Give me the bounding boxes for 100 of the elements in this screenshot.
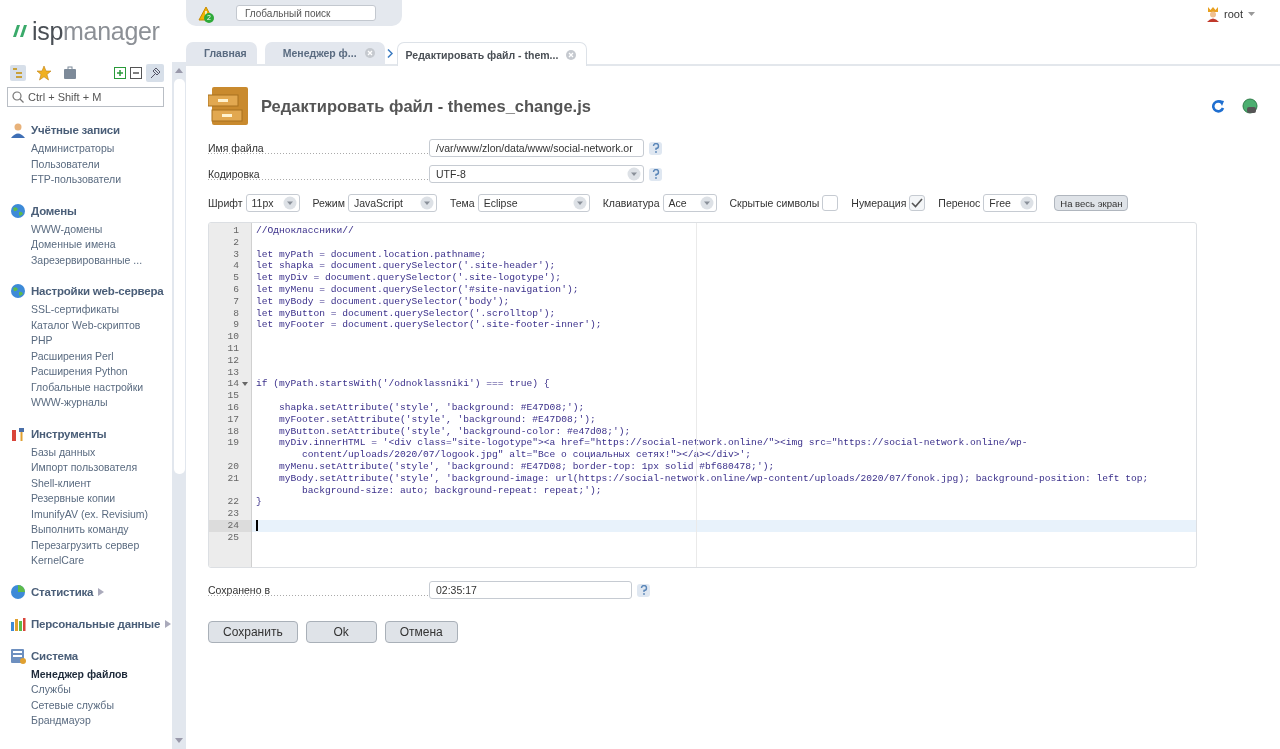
question-icon <box>651 169 660 179</box>
global-search-field[interactable]: Глобальный поиск <box>236 5 376 21</box>
close-icon <box>566 49 577 60</box>
menu-item[interactable]: Каталог Web-скриптов <box>7 317 172 333</box>
dropdown[interactable]: Ace <box>662 194 717 212</box>
scrollbar-thumb[interactable] <box>173 79 185 474</box>
menu-item[interactable]: WWW-журналы <box>7 395 172 411</box>
line-number: 21 <box>227 472 239 485</box>
ok-button[interactable]: Ok <box>305 621 377 643</box>
code-line: } <box>256 496 263 509</box>
line-number: 4 <box>233 260 239 273</box>
menu-item[interactable]: SSL-сертификаты <box>7 302 172 318</box>
code-editor[interactable] <box>208 222 1197 568</box>
user-avatar-icon <box>1207 6 1220 22</box>
save-button[interactable]: Сохранить <box>208 621 298 643</box>
menu-item[interactable]: ImunifyAV (ex. Revisium) <box>7 506 172 522</box>
menu-item[interactable]: Shell-клиент <box>7 475 172 491</box>
field-label: Имя файла <box>208 142 429 154</box>
menu-group-title[interactable]: Настройки web-сервера <box>31 285 164 297</box>
menu-group-title[interactable]: Инструменты <box>31 427 107 440</box>
help-button[interactable] <box>649 167 662 181</box>
menu-item[interactable]: Брандмауэр <box>7 713 172 729</box>
scroll-down-icon <box>175 738 183 743</box>
menu-group-title[interactable]: Система <box>31 649 78 662</box>
help-button[interactable] <box>637 583 650 597</box>
menu-group-title[interactable]: Статистика <box>31 585 94 598</box>
pie-chart-icon <box>10 583 26 600</box>
menu-item[interactable]: Пользователи <box>7 156 172 172</box>
person-icon <box>10 122 26 138</box>
field-label: Кодировка <box>208 168 429 180</box>
line-number: 11 <box>227 342 239 355</box>
code-line: shapka.setAttribute('style', 'background: #E47D08;'); <box>278 401 585 414</box>
user-menu[interactable]: root <box>1224 8 1243 20</box>
text-field[interactable]: 02:35:17 <box>429 581 632 599</box>
dropdown[interactable]: Free <box>983 194 1038 212</box>
menu-group-title[interactable]: Персональные данные <box>31 617 161 630</box>
menu-group-title[interactable]: Учётные записи <box>31 124 120 136</box>
menu-item[interactable]: Зарезервированные ... <box>7 252 172 268</box>
code-line: //Одноклассники// <box>256 225 354 237</box>
checkbox[interactable] <box>909 195 926 211</box>
line-number: 12 <box>227 354 239 367</box>
dropdown[interactable]: Eclipse <box>477 194 590 212</box>
expand-all-icon <box>114 67 126 79</box>
menu-item[interactable]: Менеджер файлов <box>7 666 172 682</box>
scroll-up-icon <box>175 68 183 73</box>
menu-item[interactable]: Расширения Python <box>7 364 172 380</box>
menu-item[interactable]: KernelCare <box>7 553 172 569</box>
menu-item[interactable]: Перезагрузить сервер <box>7 537 172 553</box>
line-number: 8 <box>233 307 239 320</box>
menu-item[interactable]: Импорт пользователя <box>7 460 172 476</box>
line-number: 10 <box>227 331 239 343</box>
line-number: 24 <box>227 519 239 532</box>
question-icon <box>639 585 648 595</box>
text-field[interactable]: /var/www/zlon/data/www/social-network.or <box>429 139 644 157</box>
line-number: 1 <box>233 225 239 237</box>
line-number: 15 <box>227 390 239 402</box>
menu-item[interactable]: Резервные копии <box>7 491 172 507</box>
text-cursor <box>256 519 258 531</box>
fold-arrow-icon <box>242 382 248 387</box>
line-number: 20 <box>227 460 239 473</box>
menu-item[interactable]: Сетевые службы <box>7 697 172 713</box>
line-number: 19 <box>227 437 239 450</box>
option-label: Клавиатура <box>602 197 660 209</box>
fullscreen-button[interactable]: На весь экран <box>1054 195 1129 211</box>
menu-item[interactable]: Администраторы <box>7 141 172 157</box>
code-line: if (myPath.startsWith('/odnoklassniki') === true) { <box>256 378 550 391</box>
menu-group-title[interactable]: Домены <box>31 204 77 217</box>
option-label: Тема <box>449 197 475 209</box>
option-label: Режим <box>312 197 345 209</box>
menu-item[interactable]: Выполнить команду <box>7 522 172 538</box>
chevron-right-icon <box>386 49 393 58</box>
option-label: Скрытые символы <box>729 197 820 209</box>
menu-item[interactable]: Глобальные настройки <box>7 379 172 395</box>
tab[interactable]: Главная <box>186 42 257 64</box>
code-line: let myDiv = document.querySelector('.site-logotype'); <box>256 272 562 284</box>
menu-item[interactable]: Базы данных <box>7 444 172 460</box>
question-icon <box>651 143 660 153</box>
menu-item[interactable]: Службы <box>7 682 172 698</box>
cancel-button[interactable]: Отмена <box>384 621 458 643</box>
tab[interactable]: Менеджер ф... <box>264 42 385 64</box>
field-label: Сохранено в <box>208 584 429 596</box>
tab[interactable]: Редактировать файл - them... <box>396 42 588 66</box>
globe-icon <box>10 283 26 299</box>
menu-item[interactable]: PHP <box>7 333 172 349</box>
dropdown[interactable]: UTF-8 <box>429 165 644 183</box>
menu-item[interactable]: Доменные имена <box>7 237 172 253</box>
checkbox[interactable] <box>822 195 839 211</box>
line-number: 7 <box>233 295 239 308</box>
line-number: 17 <box>227 413 239 426</box>
help-button[interactable] <box>649 141 662 155</box>
code-line: let myBody = document.querySelector('body'); <box>256 295 510 308</box>
code-line: myButton.setAttribute('style', 'background-color: #e47d08;'); <box>278 425 631 438</box>
dropdown[interactable]: 11px <box>245 194 300 212</box>
menu-item[interactable]: Расширения Perl <box>7 348 172 364</box>
menu-item[interactable]: WWW-домены <box>7 221 172 237</box>
dropdown[interactable]: JavaScript <box>347 194 437 212</box>
line-number: 5 <box>233 272 239 284</box>
menu-search-field[interactable]: Ctrl + Shift + M <box>7 87 164 107</box>
expand-arrow-icon <box>165 619 172 628</box>
menu-item[interactable]: FTP-пользователи <box>7 172 172 188</box>
